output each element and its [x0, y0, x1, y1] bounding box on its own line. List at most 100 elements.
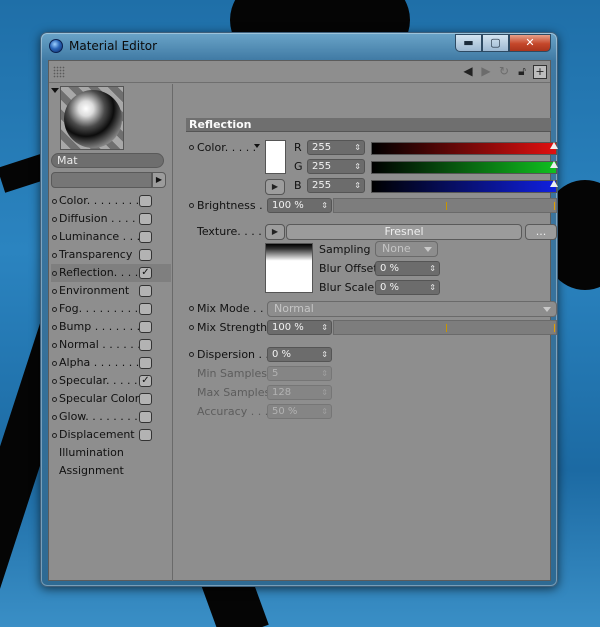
blur-scale-label: Blur Scale [319, 281, 375, 294]
slider-tick [554, 324, 555, 332]
bullet-icon [189, 145, 194, 150]
b-slider[interactable] [371, 180, 558, 193]
material-dropdown[interactable] [51, 172, 152, 188]
slider-handle[interactable] [550, 142, 558, 149]
channel-item[interactable]: Color. . . . . . . . [51, 192, 171, 210]
title-bar[interactable]: Material Editor ▬ ▢ ✕ [41, 33, 557, 59]
back-arrow-icon[interactable]: ◀ [461, 64, 475, 79]
channel-item[interactable]: Bump . . . . . . . [51, 318, 171, 336]
channel-item[interactable]: Diffusion . . . . . [51, 210, 171, 228]
mix-strength-input[interactable]: 100 % ⇕ [267, 320, 332, 335]
window-title: Material Editor [69, 39, 158, 53]
accuracy-input[interactable]: 50 % ⇕ [267, 404, 332, 419]
channel-item[interactable]: Environment [51, 282, 171, 300]
channel-item-illumination[interactable]: Illumination [51, 444, 171, 462]
channel-item[interactable]: Normal . . . . . . [51, 336, 171, 354]
spinner-icon[interactable]: ⇕ [321, 405, 328, 418]
brightness-slider[interactable] [333, 198, 557, 213]
spinner-icon[interactable]: ⇕ [354, 160, 361, 173]
bullet-icon [189, 306, 194, 311]
channel-checkbox[interactable] [139, 231, 152, 243]
material-name-field[interactable]: Mat [51, 153, 164, 168]
mix-mode-select[interactable]: Normal [267, 301, 557, 317]
blur-scale-input[interactable]: 0 % ⇕ [375, 280, 440, 295]
r-slider[interactable] [371, 142, 558, 155]
slider-handle[interactable] [550, 180, 558, 187]
channel-checkbox[interactable] [139, 411, 152, 423]
channel-checkbox[interactable] [139, 393, 152, 405]
bullet-icon [52, 343, 57, 348]
dispersion-label: Dispersion . . [197, 348, 270, 361]
maximize-button[interactable]: ▢ [482, 34, 509, 52]
dispersion-input[interactable]: 0 % ⇕ [267, 347, 332, 362]
spinner-icon[interactable]: ⇕ [321, 367, 328, 380]
preview-sphere [64, 90, 122, 148]
texture-fresnel-button[interactable]: Fresnel [286, 224, 522, 240]
g-value-input[interactable]: 255 ⇕ [307, 159, 365, 174]
r-value-input[interactable]: 255 ⇕ [307, 140, 365, 155]
min-samples-input[interactable]: 5 ⇕ [267, 366, 332, 381]
material-editor-window: Material Editor ▬ ▢ ✕ ◀ ▶ ↻ 🔓︎ + Mat ▶ C… [40, 32, 558, 587]
max-samples-input[interactable]: 128 ⇕ [267, 385, 332, 400]
color-menu-triangle-icon[interactable] [254, 144, 260, 148]
channel-checkbox[interactable] [139, 303, 152, 315]
spinner-icon[interactable]: ⇕ [429, 281, 436, 294]
channel-item[interactable]: Glow. . . . . . . . [51, 408, 171, 426]
bullet-icon [52, 217, 57, 222]
dropdown-arrow-icon[interactable]: ▶ [152, 172, 166, 188]
bullet-icon [189, 325, 194, 330]
channel-item-assignment[interactable]: Assignment [51, 462, 171, 480]
collapse-triangle-icon[interactable] [51, 88, 59, 93]
forward-arrow-icon[interactable]: ▶ [479, 64, 493, 79]
sampling-select[interactable]: None [375, 241, 438, 257]
channel-checkbox[interactable]: ✓ [139, 375, 152, 387]
channel-item[interactable]: Displacement [51, 426, 171, 444]
channel-item[interactable]: Luminance . . . . [51, 228, 171, 246]
channel-checkbox[interactable] [139, 195, 152, 207]
channel-checkbox[interactable] [139, 213, 152, 225]
slider-handle[interactable] [550, 161, 558, 168]
channel-checkbox[interactable] [139, 357, 152, 369]
grip-icon[interactable] [53, 66, 65, 78]
new-panel-icon[interactable]: + [533, 64, 547, 79]
channel-item[interactable]: Specular. . . . . ✓ [51, 372, 171, 390]
spinner-icon[interactable]: ⇕ [429, 262, 436, 275]
minimize-button[interactable]: ▬ [455, 34, 482, 52]
b-value-input[interactable]: 255 ⇕ [307, 178, 365, 193]
mix-strength-slider[interactable] [333, 320, 557, 335]
color-picker-button[interactable]: ▶ [265, 179, 285, 195]
close-button[interactable]: ✕ [509, 34, 551, 52]
channel-item[interactable]: Fog. . . . . . . . . [51, 300, 171, 318]
spinner-icon[interactable]: ⇕ [321, 321, 328, 334]
min-samples-label: Min Samples [197, 367, 267, 380]
spinner-icon[interactable]: ⇕ [354, 179, 361, 192]
channel-item[interactable]: Reflection. . . . ✓ [51, 264, 171, 282]
channel-checkbox[interactable] [139, 285, 152, 297]
g-slider[interactable] [371, 161, 558, 174]
spinner-icon[interactable]: ⇕ [354, 141, 361, 154]
color-swatch[interactable] [265, 140, 286, 174]
channel-checkbox[interactable]: ✓ [139, 267, 152, 279]
channel-checkbox[interactable] [139, 249, 152, 261]
slider-tick [446, 202, 447, 210]
texture-preview[interactable] [265, 243, 313, 293]
unlock-icon[interactable]: 🔓︎ [515, 64, 529, 79]
texture-menu-button[interactable]: ▶ [265, 224, 285, 240]
spinner-icon[interactable]: ⇕ [321, 199, 328, 212]
spinner-icon[interactable]: ⇕ [321, 348, 328, 361]
channel-sidebar: Mat ▶ Color. . . . . . . . Diffusion . .… [49, 84, 173, 581]
channel-item[interactable]: Transparency [51, 246, 171, 264]
redo-icon[interactable]: ↻ [497, 64, 511, 79]
channel-item[interactable]: Alpha . . . . . . . [51, 354, 171, 372]
material-preview[interactable] [60, 86, 124, 150]
channel-checkbox[interactable] [139, 339, 152, 351]
channel-checkbox[interactable] [139, 429, 152, 441]
blur-offset-input[interactable]: 0 % ⇕ [375, 261, 440, 276]
max-samples-label: Max Samples [197, 386, 271, 399]
texture-more-button[interactable]: ... [525, 224, 557, 240]
channel-item[interactable]: Specular Color [51, 390, 171, 408]
channel-checkbox[interactable] [139, 321, 152, 333]
spinner-icon[interactable]: ⇕ [321, 386, 328, 399]
brightness-label: Brightness . . [197, 199, 270, 212]
brightness-input[interactable]: 100 % ⇕ [267, 198, 332, 213]
